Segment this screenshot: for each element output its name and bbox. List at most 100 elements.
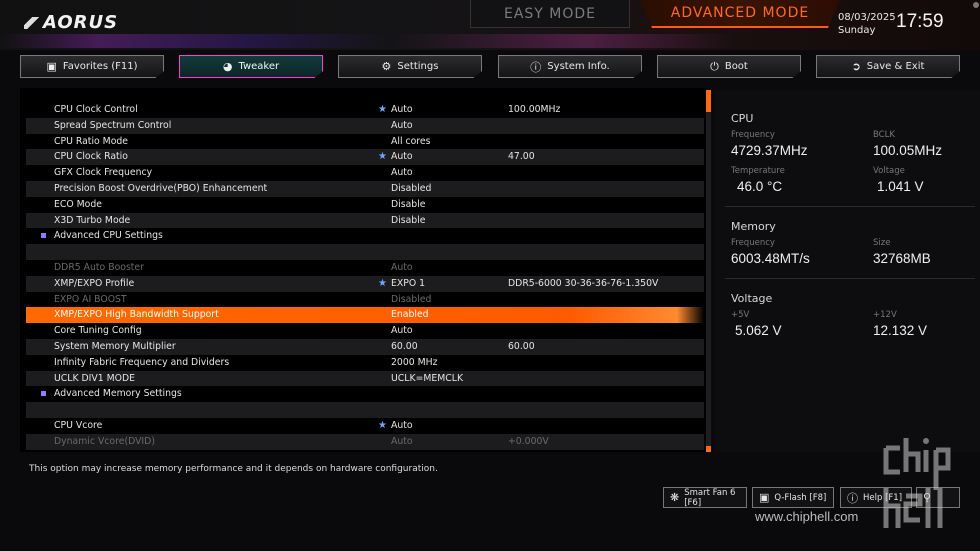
setting-row[interactable]: X3D Turbo Mode Disable — [26, 212, 704, 229]
tab-save-exit[interactable]: ➲ Save & Exit — [816, 55, 960, 78]
power-icon: ⏻ — [710, 59, 719, 73]
setting-label: Infinity Fabric Frequency and Dividers — [54, 356, 230, 368]
setting-label: Precision Boost Overdrive(PBO) Enhanceme… — [54, 183, 268, 194]
setting-row[interactable]: GFX Clock Frequency Auto — [26, 165, 704, 181]
tab-label: Tweaker — [238, 61, 280, 72]
setting-value[interactable]: All cores — [391, 134, 430, 150]
spacer-row — [26, 244, 704, 260]
setting-row[interactable]: ECO Mode Disable — [26, 197, 704, 213]
cpu-temperature-label: Temperature — [731, 166, 785, 176]
cpu-voltage-label: Voltage — [873, 166, 905, 176]
setting-row[interactable]: CPU Clock Control ★ Auto 100.00MHz — [26, 102, 704, 118]
setting-label: XMP/EXPO Profile — [54, 277, 135, 289]
setting-row[interactable]: XMP/EXPO High Bandwidth Support Enabled — [26, 307, 704, 324]
memory-frequency-label: Frequency — [731, 238, 775, 248]
setting-current-value: 47.00 — [508, 151, 535, 163]
setting-value[interactable]: Auto — [391, 260, 413, 276]
spacer-row — [26, 402, 704, 418]
favorite-star-icon[interactable]: ★ — [378, 418, 387, 434]
setting-label: GFX Clock Frequency — [54, 167, 153, 179]
setting-row[interactable]: DDR5 Auto Booster Auto — [26, 260, 704, 276]
cpu-frequency-value: 4729.37MHz — [731, 143, 808, 158]
setting-row[interactable]: XMP/EXPO Profile ★ EXPO 1 DDR5-6000 30-36-3… — [26, 275, 704, 292]
top-bar: AORUS EASY MODE ADVANCED MODE 08/03/2025… — [0, 0, 980, 50]
setting-value[interactable]: Auto — [391, 149, 413, 165]
divider — [725, 206, 975, 207]
chiphell-watermark-logo — [883, 438, 951, 528]
setting-label: DDR5 Auto Booster — [54, 262, 144, 273]
advanced-mode-button[interactable]: ADVANCED MODE — [640, 0, 840, 28]
setting-value[interactable]: Auto — [391, 165, 413, 181]
5v-value: 5.062 V — [735, 323, 782, 338]
folder-star-icon: ▣ — [46, 60, 57, 73]
scrollbar-thumb[interactable] — [706, 90, 711, 112]
setting-label: CPU Ratio Mode — [54, 135, 129, 147]
chip-icon: ▣ — [759, 491, 770, 504]
setting-value[interactable]: Disable — [391, 213, 426, 229]
info-icon: ⓘ — [530, 60, 542, 74]
decorative-streak — [0, 34, 980, 48]
setting-row[interactable]: Infinity Fabric Frequency and Dividers 20… — [26, 355, 704, 371]
setting-value[interactable]: Enabled — [391, 307, 429, 323]
setting-row[interactable]: UCLK DIV1 MODE UCLK=MEMCLK — [26, 370, 704, 387]
setting-value[interactable]: 2000 MHz — [391, 355, 438, 371]
setting-row[interactable]: CPU Ratio Mode All cores — [26, 134, 704, 150]
setting-row[interactable]: CPU Vcore ★ Auto — [26, 418, 704, 434]
tab-tweaker[interactable]: ◕ Tweaker — [179, 55, 323, 78]
setting-value[interactable]: EXPO 1 — [391, 276, 425, 292]
setting-current-value: DDR5-6000 30-36-36-76-1.350V — [508, 277, 659, 289]
setting-label: Advanced CPU Settings — [41, 228, 163, 244]
memory-frequency-value: 6003.48MT/s — [731, 251, 810, 266]
tab-favorites[interactable]: ▣ Favorites (F11) — [20, 55, 164, 78]
12v-value: 12.132 V — [873, 323, 928, 338]
setting-row[interactable]: System Memory Multiplier 60.00 60.00 — [26, 339, 704, 355]
memory-size-value: 32768MB — [873, 251, 931, 266]
submenu-link[interactable]: Advanced CPU Settings — [26, 228, 704, 244]
setting-row[interactable]: EXPO AI BOOST Disabled — [26, 292, 704, 308]
setting-value[interactable]: 60.00 — [391, 339, 418, 355]
setting-value[interactable]: Disable — [391, 197, 426, 213]
tab-system-info[interactable]: ⓘ System Info. — [498, 55, 642, 78]
setting-value[interactable]: UCLK=MEMCLK — [391, 371, 463, 387]
setting-value[interactable]: Auto — [391, 418, 413, 434]
exit-icon: ➲ — [851, 60, 861, 73]
favorite-star-icon[interactable]: ★ — [378, 149, 387, 165]
tab-label: System Info. — [547, 61, 610, 72]
setting-label: UCLK DIV1 MODE — [54, 372, 136, 384]
aorus-wing-icon — [24, 17, 40, 29]
divider — [725, 278, 975, 279]
favorite-star-icon[interactable]: ★ — [378, 276, 387, 292]
5v-label: +5V — [731, 310, 750, 320]
smart-fan-button[interactable]: ❋ Smart Fan 6 [F6] — [663, 487, 747, 508]
tab-label: Boot — [724, 61, 748, 72]
scrollbar[interactable] — [706, 90, 711, 452]
setting-value[interactable]: Auto — [391, 323, 413, 339]
q-flash-button[interactable]: ▣ Q-Flash [F8] — [752, 487, 834, 508]
setting-value[interactable]: Auto — [391, 434, 413, 450]
cpu-section-title: CPU — [731, 112, 754, 125]
setting-row[interactable]: Core Tuning Config Auto — [26, 323, 704, 339]
setting-row[interactable]: Spread Spectrum Control Auto — [26, 117, 704, 134]
setting-label: Core Tuning Config — [54, 325, 142, 337]
option-description: This option may increase memory performa… — [29, 464, 438, 474]
tab-settings[interactable]: ⚙ Settings — [338, 55, 482, 78]
setting-current-value: +0.000V — [508, 435, 549, 447]
setting-value[interactable]: Disabled — [391, 292, 431, 308]
setting-value[interactable]: Disabled — [391, 181, 431, 197]
favorite-star-icon[interactable]: ★ — [378, 102, 387, 118]
submenu-link[interactable]: Advanced Memory Settings — [26, 386, 704, 402]
setting-label: CPU Vcore — [54, 420, 103, 431]
hardware-monitor: CPU Frequency 4729.37MHz BCLK 100.05MHz … — [715, 90, 980, 452]
tab-label: Settings — [397, 61, 439, 72]
memory-size-label: Size — [873, 238, 891, 248]
setting-row[interactable]: CPU Clock Ratio ★ Auto 47.00 — [26, 149, 704, 166]
setting-value[interactable]: Auto — [391, 118, 413, 134]
setting-value[interactable]: Auto — [391, 102, 413, 118]
setting-row[interactable]: Precision Boost Overdrive(PBO) Enhanceme… — [26, 181, 704, 197]
setting-row[interactable]: Dynamic Vcore(DVID) Auto +0.000V — [26, 433, 704, 450]
cpu-frequency-label: Frequency — [731, 130, 775, 140]
tab-boot[interactable]: ⏻ Boot — [657, 55, 801, 78]
setting-label: CPU Clock Ratio — [54, 151, 128, 163]
easy-mode-button[interactable]: EASY MODE — [470, 0, 630, 28]
brand-text: AORUS — [43, 12, 119, 33]
